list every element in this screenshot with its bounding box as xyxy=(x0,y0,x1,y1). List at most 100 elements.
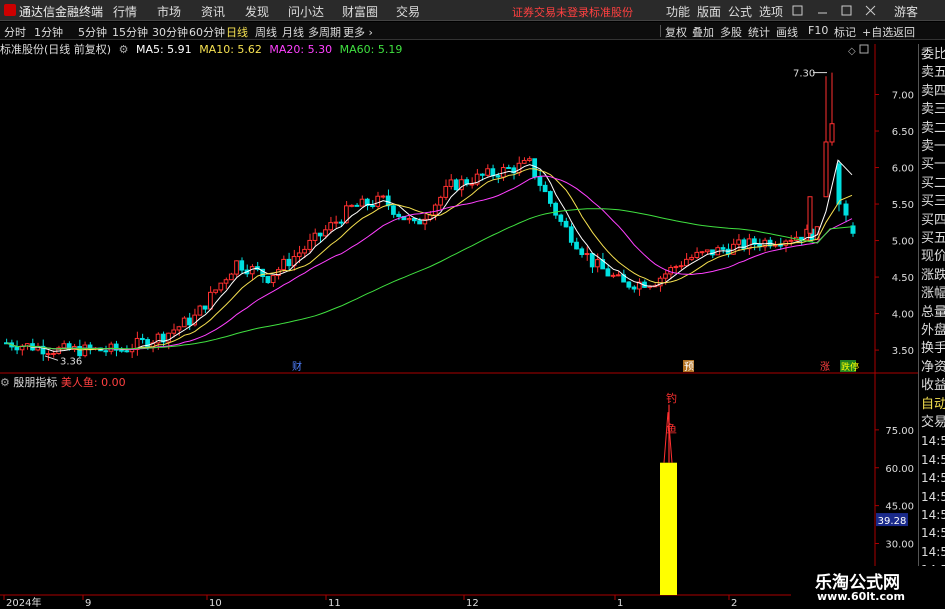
side-item: 自动 xyxy=(921,396,945,412)
candle-body xyxy=(391,205,396,215)
indicator-text-yu: 鱼 xyxy=(666,421,677,435)
side-item: 卖二 xyxy=(921,120,945,136)
candle-body xyxy=(610,274,616,277)
candle-body xyxy=(296,252,302,258)
side-item: 14:56 xyxy=(921,452,945,467)
candle-body xyxy=(270,275,276,284)
candle-body xyxy=(595,259,600,268)
ma5-value: MA5: 5.91 xyxy=(135,43,192,56)
kline-chart[interactable]: 7.00 6.50 6.00 5.50 5.00 4.50 4.00 3.50 75.00 60.… xyxy=(0,0,918,609)
candle-body xyxy=(663,273,668,279)
price-axis-label: 5.00 xyxy=(892,237,914,248)
candle-body xyxy=(843,203,849,216)
side-item: 卖四 xyxy=(921,83,945,99)
side-item: 现价 xyxy=(921,249,945,265)
indicator-value: 美人鱼: 0.00 xyxy=(60,376,126,389)
candle-body xyxy=(699,251,705,254)
candle-body xyxy=(443,185,449,198)
candle-body xyxy=(333,221,339,224)
candle-body xyxy=(176,326,182,331)
side-item: 买二 xyxy=(921,175,945,191)
side-item: 交易 xyxy=(921,415,945,430)
x-axis-label: 11 xyxy=(328,598,341,609)
candle-body xyxy=(223,279,229,284)
candle-body xyxy=(495,175,501,178)
candle-body xyxy=(417,220,422,225)
candle-body xyxy=(616,274,621,277)
quote-side-panel: 委比 卖五 卖四 卖三 卖二 卖一 买一 买二 买三 买四 买五 现价 涨跌 涨幅 总量 外盘 换手 净资 收益 自动… xyxy=(918,44,945,609)
candle-body xyxy=(145,339,150,348)
side-item: 14:56 xyxy=(921,526,945,541)
candle-body xyxy=(485,168,490,176)
candle-body xyxy=(228,273,234,281)
candle-body xyxy=(171,329,177,334)
chart-info-bar: 标准股份(日线 前复权) ⚙ MA5: 5.91 MA10: 5.62 MA20… xyxy=(0,41,406,57)
candle-body xyxy=(328,222,334,231)
candle-body xyxy=(568,226,574,243)
candle-body xyxy=(140,337,145,341)
candle-body xyxy=(349,204,354,207)
candle-body xyxy=(307,239,313,250)
candle-body xyxy=(605,268,611,277)
expand-icon xyxy=(859,44,869,54)
side-item: 委比 xyxy=(921,47,945,62)
price-axis-label: 6.50 xyxy=(892,127,914,138)
candle-body xyxy=(103,350,109,353)
candle-body xyxy=(829,123,835,143)
event-marker-kai: 跌停 xyxy=(841,361,859,373)
candle-body xyxy=(119,349,124,352)
candle-body xyxy=(380,195,386,198)
x-axis-label: 1 xyxy=(617,598,623,609)
candle-body xyxy=(746,238,752,250)
settings-icon[interactable]: ⚙ xyxy=(119,43,129,56)
watermark: 乐淘公式网 www.60lt.com xyxy=(791,566,945,609)
indicator-settings-icon[interactable]: ⚙ xyxy=(0,376,10,389)
candle-body xyxy=(286,258,292,267)
side-item: 卖五 xyxy=(921,65,945,81)
ma10-line xyxy=(6,168,853,351)
price-axis-label: 5.50 xyxy=(892,200,914,211)
candle-body xyxy=(202,305,208,310)
side-item: 14:56 xyxy=(921,508,945,522)
candle-body xyxy=(448,179,454,187)
candle-body xyxy=(187,317,192,326)
ma60-value: MA60: 5.19 xyxy=(339,43,403,56)
indicator-axis-label: 75.00 xyxy=(885,426,914,437)
candle-body xyxy=(689,256,694,260)
side-item: 卖一 xyxy=(921,139,945,154)
watermark-url: www.60lt.com xyxy=(817,590,906,603)
candle-body xyxy=(265,275,271,284)
candle-body xyxy=(359,198,365,207)
candle-body xyxy=(704,249,710,253)
candle-body xyxy=(668,267,674,275)
candle-body xyxy=(406,218,412,221)
side-item: 14:56 xyxy=(921,489,945,504)
candle-body xyxy=(375,195,381,207)
candle-body xyxy=(124,350,130,353)
candle-body xyxy=(720,247,726,250)
diamond-icon: ◇ xyxy=(848,46,856,57)
indicator-name[interactable]: 殷朋指标 xyxy=(13,376,57,389)
side-item: 14:56 xyxy=(921,544,945,559)
candle-body xyxy=(684,258,689,267)
candle-body xyxy=(506,167,511,170)
candle-body xyxy=(77,346,82,357)
candle-body xyxy=(694,251,700,258)
candle-body xyxy=(807,196,813,234)
indicator-bar xyxy=(660,462,677,595)
x-axis-label: 12 xyxy=(466,598,479,609)
high-price-label: 7.30 xyxy=(793,69,815,80)
candle-body xyxy=(469,183,475,186)
indicator-axis-label: 30.00 xyxy=(885,540,914,551)
x-axis-label: 10 xyxy=(209,598,222,609)
candle-body xyxy=(836,163,842,205)
x-axis-label: 2024年 xyxy=(6,596,41,609)
candle-body xyxy=(532,158,538,178)
candle-body xyxy=(548,191,553,204)
candle-body xyxy=(396,213,402,217)
side-item: 外盘 xyxy=(921,323,945,338)
candle-body xyxy=(558,214,564,222)
candle-body xyxy=(82,344,88,357)
chart-title: 标准股份(日线 前复权) xyxy=(0,43,112,56)
low-price-label: 3.36 xyxy=(60,356,82,367)
